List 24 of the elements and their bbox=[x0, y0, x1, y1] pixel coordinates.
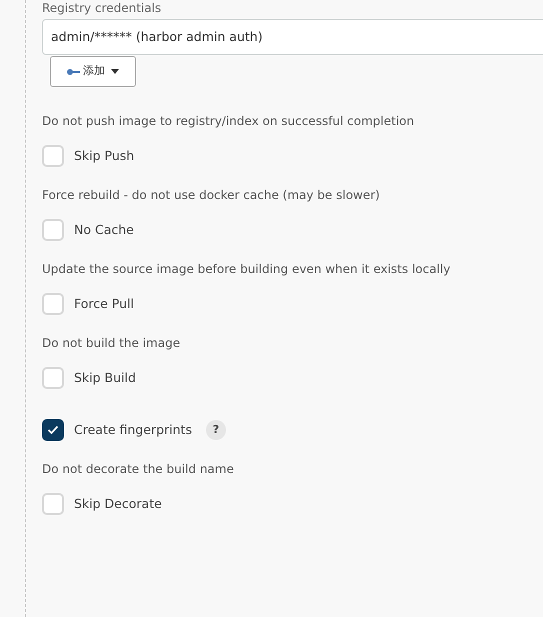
option-description: Do not build the image bbox=[42, 335, 182, 351]
option-description: Force rebuild - do not use docker cache (may be slower) bbox=[42, 187, 381, 203]
option-description: Do not decorate the build name bbox=[42, 461, 235, 477]
checkbox[interactable] bbox=[42, 367, 64, 389]
checkbox-label: Skip Build bbox=[74, 368, 136, 387]
check-icon bbox=[47, 425, 59, 435]
field-label: Registry credentials bbox=[42, 0, 162, 15]
checkbox-label: Force Pull bbox=[74, 294, 134, 313]
checkbox-label: Skip Push bbox=[74, 146, 134, 165]
option-description: Do not push image to registry/index on successful completion bbox=[42, 113, 416, 129]
credentials-select[interactable]: admin/****** (harbor admin auth) bbox=[42, 19, 543, 55]
add-button[interactable]: 添加 bbox=[50, 56, 136, 87]
checkbox[interactable] bbox=[42, 419, 64, 441]
checkbox-label: No Cache bbox=[74, 220, 134, 239]
option-description: Update the source image before building even when it exists locally bbox=[42, 261, 452, 277]
caret-icon bbox=[111, 69, 119, 74]
checkbox[interactable] bbox=[42, 219, 64, 241]
checkbox-label: Skip Decorate bbox=[74, 494, 162, 513]
checkbox[interactable] bbox=[42, 293, 64, 315]
help-button[interactable]: ? bbox=[206, 420, 226, 440]
checkbox[interactable] bbox=[42, 493, 64, 515]
key-icon bbox=[67, 68, 81, 76]
checkbox[interactable] bbox=[42, 145, 64, 167]
checkbox-label: Create fingerprints bbox=[74, 420, 192, 439]
